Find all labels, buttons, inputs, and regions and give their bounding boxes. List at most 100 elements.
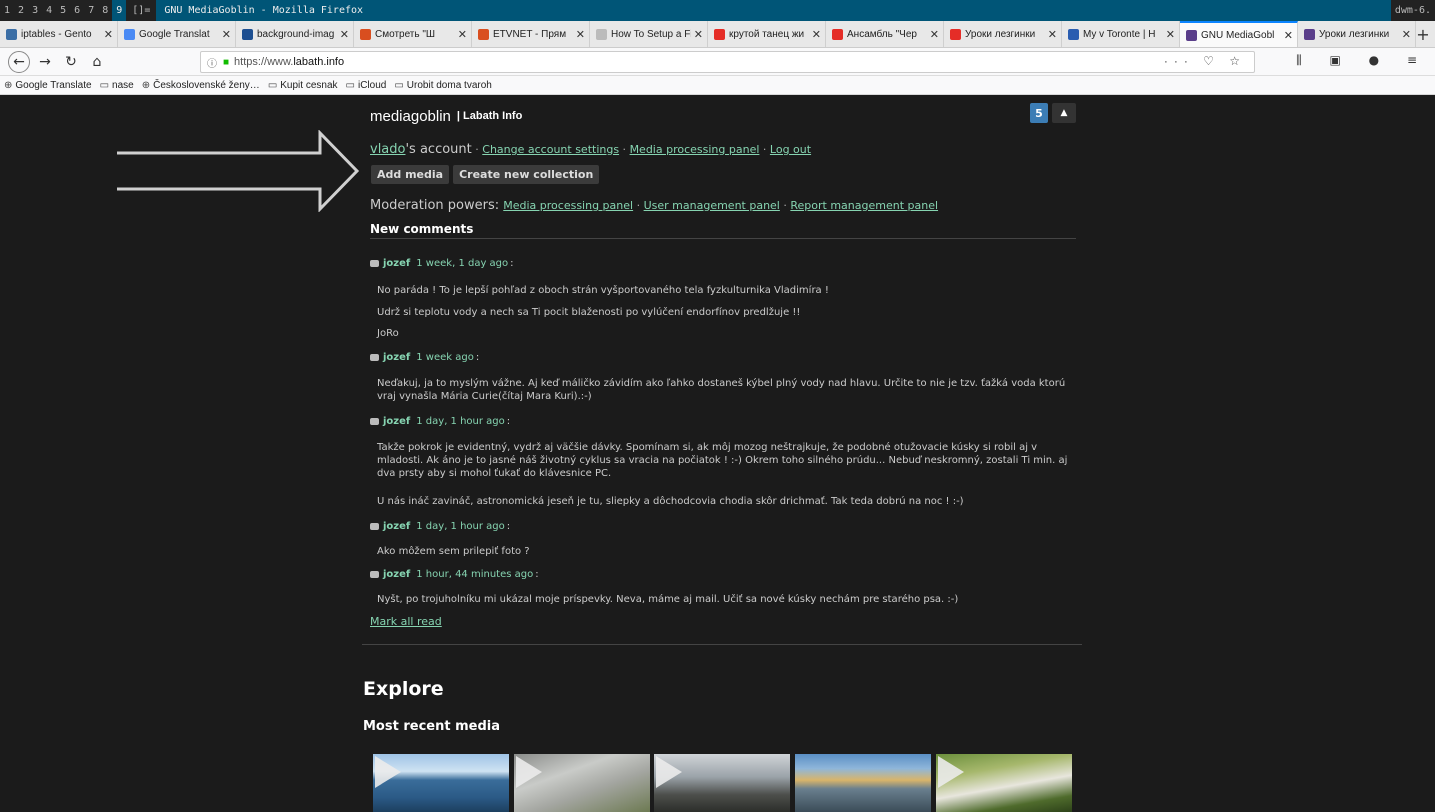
play-icon bbox=[656, 756, 682, 788]
mark-all-read-link[interactable]: Mark all read bbox=[370, 615, 442, 628]
dwm-tag-5[interactable]: 5 bbox=[56, 0, 70, 21]
dwm-layout-symbol[interactable]: []= bbox=[126, 5, 156, 16]
site-logo[interactable]: mediagoblin bbox=[370, 108, 451, 125]
divider bbox=[362, 644, 1082, 645]
tab-close-icon[interactable]: ✕ bbox=[1402, 28, 1411, 41]
bookmark-label: Československé ženy… bbox=[153, 79, 260, 91]
browser-tab[interactable]: background-imag ✕ bbox=[236, 21, 354, 47]
tab-close-icon[interactable]: ✕ bbox=[930, 28, 939, 41]
new-tab-button[interactable]: + bbox=[1416, 21, 1430, 47]
url-bar[interactable]: ⓘ ■ https://www. labath.info ··· ♡ ☆ bbox=[200, 51, 1255, 73]
media-thumbnail[interactable] bbox=[514, 754, 650, 812]
bookmarks-toolbar: ⊕ Google Translate ▭ nase ⊕ Československé že… bbox=[0, 76, 1435, 95]
username-link[interactable]: vlado bbox=[370, 142, 405, 157]
separator: · bbox=[759, 143, 770, 156]
bookmark-item[interactable]: ▭ Urobit doma tvaroh bbox=[394, 80, 492, 91]
separator: · bbox=[633, 199, 644, 212]
comment-time-link[interactable]: 1 hour, 44 minutes ago bbox=[416, 569, 533, 580]
dwm-status-bar: 123456789 []= GNU MediaGoblin - Mozilla … bbox=[0, 0, 1435, 21]
comment-time-link[interactable]: 1 week, 1 day ago bbox=[416, 258, 508, 269]
media-thumbnail[interactable] bbox=[373, 754, 509, 812]
dwm-tag-6[interactable]: 6 bbox=[70, 0, 84, 21]
tab-label: Уроки лезгинки bbox=[965, 28, 1036, 40]
page-content: mediagoblin | Labath Info 5 ▲ vlado's ac… bbox=[0, 95, 1435, 812]
comment-time-link[interactable]: 1 day, 1 hour ago bbox=[416, 521, 505, 532]
create-collection-button[interactable]: Create new collection bbox=[453, 165, 600, 184]
user-management-link[interactable]: User management panel bbox=[644, 199, 780, 212]
bookmark-item[interactable]: ⊕ Československé ženy… bbox=[142, 80, 260, 91]
change-account-settings-link[interactable]: Change account settings bbox=[482, 143, 619, 156]
browser-tab[interactable]: Уроки лезгинки ✕ bbox=[1298, 21, 1416, 47]
media-thumbnail[interactable] bbox=[795, 754, 931, 812]
notification-count-badge[interactable]: 5 bbox=[1030, 103, 1048, 123]
folder-icon: ▭ bbox=[345, 79, 355, 91]
browser-tab[interactable]: Уроки лезгинки ✕ bbox=[944, 21, 1062, 47]
tab-close-icon[interactable]: ✕ bbox=[1048, 28, 1057, 41]
tab-close-icon[interactable]: ✕ bbox=[104, 28, 113, 41]
tab-label: My v Toronte | H bbox=[1083, 28, 1156, 40]
dwm-tag-3[interactable]: 3 bbox=[28, 0, 42, 21]
comment-bubble-icon bbox=[370, 418, 379, 425]
media-thumbnail[interactable] bbox=[936, 754, 1072, 812]
bookmark-label: iCloud bbox=[357, 79, 387, 91]
tab-close-icon[interactable]: ✕ bbox=[1166, 28, 1175, 41]
log-out-link[interactable]: Log out bbox=[770, 143, 811, 156]
dwm-tag-9[interactable]: 9 bbox=[112, 0, 127, 21]
media-processing-panel-link[interactable]: Media processing panel bbox=[630, 143, 760, 156]
info-icon[interactable]: ⓘ bbox=[207, 55, 217, 70]
browser-tab[interactable]: Ансамбль "Чер ✕ bbox=[826, 21, 944, 47]
browser-tab[interactable]: My v Toronte | H ✕ bbox=[1062, 21, 1180, 47]
tab-close-icon[interactable]: ✕ bbox=[340, 28, 349, 41]
back-arrow-icon: ← bbox=[13, 53, 25, 70]
comment-author-link[interactable]: jozef bbox=[383, 352, 410, 363]
tab-close-icon[interactable]: ✕ bbox=[812, 28, 821, 41]
tab-favicon-icon bbox=[1186, 29, 1197, 41]
comment-time-link[interactable]: 1 day, 1 hour ago bbox=[416, 416, 505, 427]
tab-close-icon[interactable]: ✕ bbox=[458, 28, 467, 41]
comment-author-link[interactable]: jozef bbox=[383, 521, 410, 532]
home-button[interactable]: ⌂ bbox=[86, 51, 108, 73]
comment-header: jozef 1 week ago: bbox=[370, 352, 479, 363]
browser-tab[interactable]: iptables - Gento ✕ bbox=[0, 21, 118, 47]
tab-close-icon[interactable]: ✕ bbox=[1284, 29, 1293, 42]
browser-tab[interactable]: крутой танец жи ✕ bbox=[708, 21, 826, 47]
tab-close-icon[interactable]: ✕ bbox=[694, 28, 703, 41]
browser-tab[interactable]: Смотреть "Ш ✕ bbox=[354, 21, 472, 47]
comment-text: No paráda ! To je lepší pohľad z oboch s… bbox=[377, 285, 829, 296]
dwm-tag-4[interactable]: 4 bbox=[42, 0, 56, 21]
comment-time-link[interactable]: 1 week ago bbox=[416, 352, 474, 363]
back-button[interactable]: ← bbox=[8, 50, 30, 73]
tab-close-icon[interactable]: ✕ bbox=[222, 28, 231, 41]
comment-author-link[interactable]: jozef bbox=[383, 416, 410, 427]
mod-media-processing-link[interactable]: Media processing panel bbox=[503, 199, 633, 212]
browser-tab[interactable]: GNU MediaGobl ✕ bbox=[1180, 21, 1298, 47]
comment-author-link[interactable]: jozef bbox=[383, 569, 410, 580]
bookmark-item[interactable]: ⊕ Google Translate bbox=[4, 80, 92, 91]
moderation-label: Moderation powers: bbox=[370, 198, 500, 213]
tab-close-icon[interactable]: ✕ bbox=[576, 28, 585, 41]
lock-icon: ■ bbox=[223, 56, 230, 68]
browser-tab[interactable]: How To Setup a Fir ✕ bbox=[590, 21, 708, 47]
header-toggle-button[interactable]: ▲ bbox=[1052, 103, 1076, 123]
bookmark-item[interactable]: ▭ nase bbox=[100, 80, 134, 91]
forward-button[interactable]: → bbox=[34, 51, 56, 73]
report-management-link[interactable]: Report management panel bbox=[790, 199, 938, 212]
page-actions[interactable]: ··· ♡ ☆ bbox=[1164, 54, 1246, 68]
navigation-toolbar: ← → ↻ ⌂ ⓘ ■ https://www. labath.info ··· … bbox=[0, 48, 1435, 76]
toolbar-right-icons[interactable]: ⫼ ▣ ● ≡ bbox=[1296, 53, 1429, 68]
dwm-tag-8[interactable]: 8 bbox=[98, 0, 112, 21]
tab-label: iptables - Gento bbox=[21, 28, 92, 40]
comment-author-link[interactable]: jozef bbox=[383, 258, 410, 269]
reload-button[interactable]: ↻ bbox=[60, 51, 82, 73]
tab-favicon-icon bbox=[1304, 28, 1315, 40]
forward-arrow-icon: → bbox=[39, 53, 51, 70]
bookmark-item[interactable]: ▭ Kupit cesnak bbox=[268, 80, 338, 91]
bookmark-item[interactable]: ▭ iCloud bbox=[346, 80, 387, 91]
media-thumbnail[interactable] bbox=[654, 754, 790, 812]
browser-tab[interactable]: ETVNET - Прям ✕ bbox=[472, 21, 590, 47]
dwm-tag-7[interactable]: 7 bbox=[84, 0, 98, 21]
browser-tab[interactable]: Google Translat ✕ bbox=[118, 21, 236, 47]
dwm-tag-1[interactable]: 1 bbox=[0, 0, 14, 21]
dwm-tag-2[interactable]: 2 bbox=[14, 0, 28, 21]
add-media-button[interactable]: Add media bbox=[371, 165, 450, 184]
